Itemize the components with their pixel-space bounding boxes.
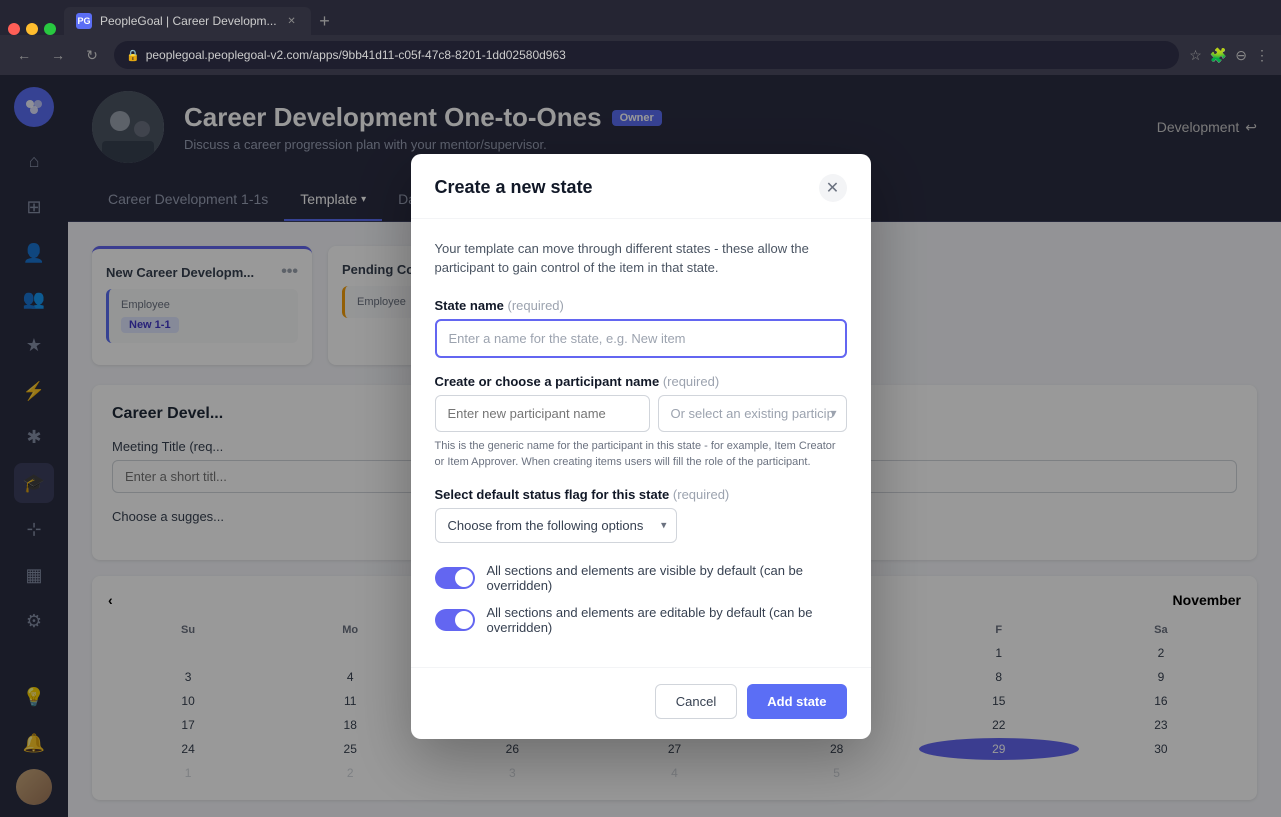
modal-description: Your template can move through different… xyxy=(435,239,847,278)
status-dropdown-row: Choose from the following options ▾ xyxy=(435,508,847,543)
status-label: Select default status flag for this stat… xyxy=(435,487,847,502)
tab-favicon: PG xyxy=(76,13,92,29)
minimize-traffic-light[interactable] xyxy=(26,23,38,35)
new-tab-button[interactable]: + xyxy=(311,7,339,35)
participant-select-wrapper: Or select an existing participant ▾ xyxy=(658,395,847,432)
modal-header: Create a new state ✕ xyxy=(411,154,871,219)
lock-icon: 🔒 xyxy=(126,49,140,62)
status-required: (required) xyxy=(673,487,729,502)
refresh-button[interactable]: ↻ xyxy=(80,43,104,67)
profile-icon[interactable]: ⊖ xyxy=(1235,47,1247,64)
close-traffic-light[interactable] xyxy=(8,23,20,35)
extensions-icon[interactable]: 🧩 xyxy=(1210,47,1227,64)
maximize-traffic-light[interactable] xyxy=(44,23,56,35)
browser-actions: ☆ 🧩 ⊖ ⋮ xyxy=(1189,47,1269,64)
active-browser-tab[interactable]: PG PeopleGoal | Career Developm... ✕ xyxy=(64,7,311,35)
participant-helper-text: This is the generic name for the partici… xyxy=(435,438,847,471)
tab-close-button[interactable]: ✕ xyxy=(285,14,299,28)
state-name-label: State name (required) xyxy=(435,298,847,313)
participant-required: (required) xyxy=(663,374,719,389)
forward-button[interactable]: → xyxy=(46,43,70,67)
participant-row: Or select an existing participant ▾ xyxy=(435,395,847,432)
editable-toggle[interactable] xyxy=(435,609,475,631)
participant-name-input[interactable] xyxy=(435,395,650,432)
url-input[interactable]: 🔒 peoplegoal.peoplegoal-v2.com/apps/9bb4… xyxy=(114,41,1179,69)
add-state-button[interactable]: Add state xyxy=(747,684,846,719)
modal-footer: Cancel Add state xyxy=(411,667,871,739)
editable-toggle-row: All sections and elements are editable b… xyxy=(435,605,847,635)
state-name-required: (required) xyxy=(508,298,564,313)
browser-chrome: PG PeopleGoal | Career Developm... ✕ + ←… xyxy=(0,0,1281,75)
bookmark-icon[interactable]: ☆ xyxy=(1189,47,1202,64)
modal-close-button[interactable]: ✕ xyxy=(819,174,847,202)
status-dropdown[interactable]: Choose from the following options xyxy=(435,508,677,543)
cancel-button[interactable]: Cancel xyxy=(655,684,737,719)
state-name-input[interactable] xyxy=(435,319,847,358)
create-state-modal: Create a new state ✕ Your template can m… xyxy=(411,154,871,739)
status-dropdown-wrapper: Choose from the following options ▾ xyxy=(435,508,677,543)
tab-title: PeopleGoal | Career Developm... xyxy=(100,14,277,28)
browser-tabs: PG PeopleGoal | Career Developm... ✕ + xyxy=(0,0,1281,35)
visibility-toggle-label: All sections and elements are visible by… xyxy=(487,563,847,593)
modal-body: Your template can move through different… xyxy=(411,219,871,667)
participant-label: Create or choose a participant name (req… xyxy=(435,374,847,389)
participant-select[interactable]: Or select an existing participant xyxy=(658,395,847,432)
visibility-toggle-row: All sections and elements are visible by… xyxy=(435,563,847,593)
visibility-toggle[interactable] xyxy=(435,567,475,589)
modal-overlay: Create a new state ✕ Your template can m… xyxy=(0,75,1281,817)
modal-title: Create a new state xyxy=(435,177,593,198)
editable-toggle-label: All sections and elements are editable b… xyxy=(487,605,847,635)
browser-address-bar: ← → ↻ 🔒 peoplegoal.peoplegoal-v2.com/app… xyxy=(0,35,1281,75)
url-text: peoplegoal.peoplegoal-v2.com/apps/9bb41d… xyxy=(146,48,566,62)
traffic-lights xyxy=(8,23,56,35)
back-button[interactable]: ← xyxy=(12,43,36,67)
menu-icon[interactable]: ⋮ xyxy=(1255,47,1269,64)
